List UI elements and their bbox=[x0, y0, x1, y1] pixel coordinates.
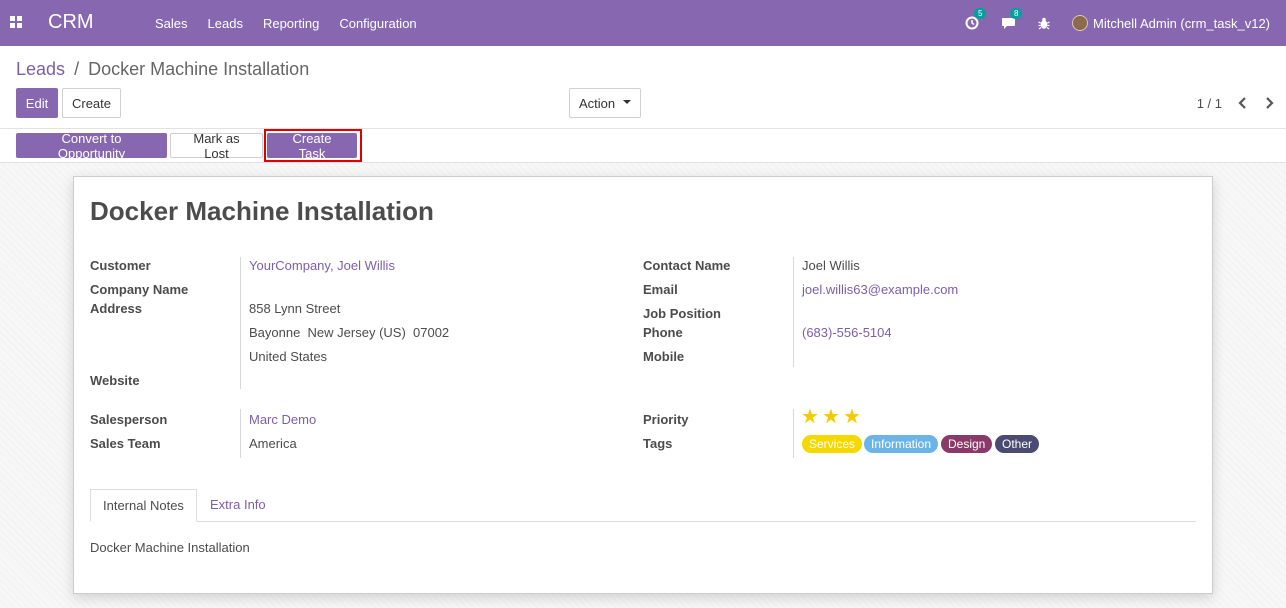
user-avatar bbox=[1072, 15, 1088, 31]
address-country: United States bbox=[249, 349, 328, 364]
form-sheet bbox=[73, 176, 1213, 594]
contact-name-label: Contact Name bbox=[643, 258, 731, 273]
tag-other[interactable]: Other bbox=[995, 435, 1040, 453]
apps-menu-icon[interactable] bbox=[10, 16, 22, 28]
sales-team-label: Sales Team bbox=[90, 436, 161, 451]
user-menu[interactable]: Mitchell Admin (crm_task_v12) bbox=[1072, 15, 1270, 31]
left-group-divider bbox=[240, 257, 241, 389]
mark-as-lost-button[interactable]: Mark as Lost bbox=[170, 131, 263, 161]
bug-icon bbox=[1038, 17, 1050, 29]
tag-services[interactable]: Services bbox=[802, 435, 863, 453]
systray: 5 8 Mitchell Admin (crm_task_v12) bbox=[943, 0, 1270, 46]
highlight-box bbox=[264, 129, 362, 162]
menu-item-configuration[interactable]: Configuration bbox=[329, 16, 426, 31]
address-city-line: Bayonne New Jersey (US) 07002 bbox=[249, 325, 450, 340]
salesperson-link[interactable]: Marc Demo bbox=[249, 412, 316, 427]
phone-label: Phone bbox=[643, 325, 683, 340]
action-dropdown[interactable]: Action bbox=[569, 88, 641, 118]
edit-button[interactable]: Edit bbox=[16, 88, 58, 118]
pager-value[interactable]: 1 / 1 bbox=[1197, 96, 1222, 111]
user-name: Mitchell Admin (crm_task_v12) bbox=[1093, 15, 1270, 31]
company-name-label: Company Name bbox=[90, 282, 189, 297]
salesperson-label: Salesperson bbox=[90, 412, 168, 427]
breadcrumb-current: Docker Machine Installation bbox=[88, 59, 310, 79]
priority-star-icon[interactable]: ★ bbox=[843, 407, 861, 427]
chevron-right-icon[interactable] bbox=[1262, 94, 1276, 112]
job-position-label: Job Position bbox=[643, 306, 721, 321]
customer-link[interactable]: YourCompany, Joel Willis bbox=[249, 258, 395, 273]
breadcrumb-leads-link[interactable]: Leads bbox=[16, 59, 65, 79]
contact-name-value: Joel Willis bbox=[802, 258, 860, 273]
debug-button[interactable] bbox=[1038, 17, 1050, 30]
main-menu: Sales Leads Reporting Configuration bbox=[145, 0, 427, 46]
breadcrumb-separator: / bbox=[74, 59, 80, 79]
priority-star-icon[interactable]: ★ bbox=[801, 407, 819, 427]
caret-down-icon bbox=[623, 99, 632, 104]
address-label: Address bbox=[90, 301, 143, 316]
create-button[interactable]: Create bbox=[62, 88, 121, 118]
app-brand[interactable]: CRM bbox=[48, 11, 94, 34]
breadcrumb: Leads / Docker Machine Installation bbox=[16, 59, 309, 80]
phone-link[interactable]: (683)-556-5104 bbox=[802, 325, 892, 340]
website-label: Website bbox=[90, 373, 140, 388]
mobile-label: Mobile bbox=[643, 349, 685, 364]
top-navbar: CRM Sales Leads Reporting Configuration … bbox=[0, 0, 1286, 46]
email-link[interactable]: joel.willis63@example.com bbox=[802, 282, 958, 297]
sales-team-value: America bbox=[249, 436, 297, 451]
internal-notes-content: Docker Machine Installation bbox=[90, 540, 250, 555]
tab-internal-notes[interactable]: Internal Notes bbox=[90, 489, 197, 522]
tag-information[interactable]: Information bbox=[864, 435, 939, 453]
activity-button[interactable]: 5 bbox=[965, 8, 987, 30]
right-priority-divider bbox=[793, 409, 794, 458]
action-label: Action bbox=[578, 95, 616, 111]
chevron-left-icon[interactable] bbox=[1236, 94, 1250, 112]
left-sales-divider bbox=[240, 409, 241, 458]
address-street: 858 Lynn Street bbox=[249, 301, 341, 316]
convert-to-opportunity-button[interactable]: Convert to Opportunity bbox=[16, 131, 167, 161]
priority-star-icon[interactable]: ★ bbox=[822, 407, 840, 427]
priority-label: Priority bbox=[643, 412, 689, 427]
tag-design[interactable]: Design bbox=[941, 435, 993, 453]
tags-label: Tags bbox=[643, 436, 673, 451]
messages-count-badge: 8 bbox=[1010, 8, 1023, 19]
menu-item-sales[interactable]: Sales bbox=[145, 16, 198, 31]
customer-label: Customer bbox=[90, 258, 151, 273]
menu-item-reporting[interactable]: Reporting bbox=[253, 16, 329, 31]
messages-button[interactable]: 8 bbox=[1001, 8, 1023, 30]
right-group-divider bbox=[793, 257, 794, 367]
tab-extra-info[interactable]: Extra Info bbox=[198, 489, 278, 522]
menu-item-leads[interactable]: Leads bbox=[198, 16, 253, 31]
record-title: Docker Machine Installation bbox=[90, 196, 434, 226]
activity-count-badge: 5 bbox=[974, 8, 987, 19]
email-label: Email bbox=[643, 282, 678, 297]
